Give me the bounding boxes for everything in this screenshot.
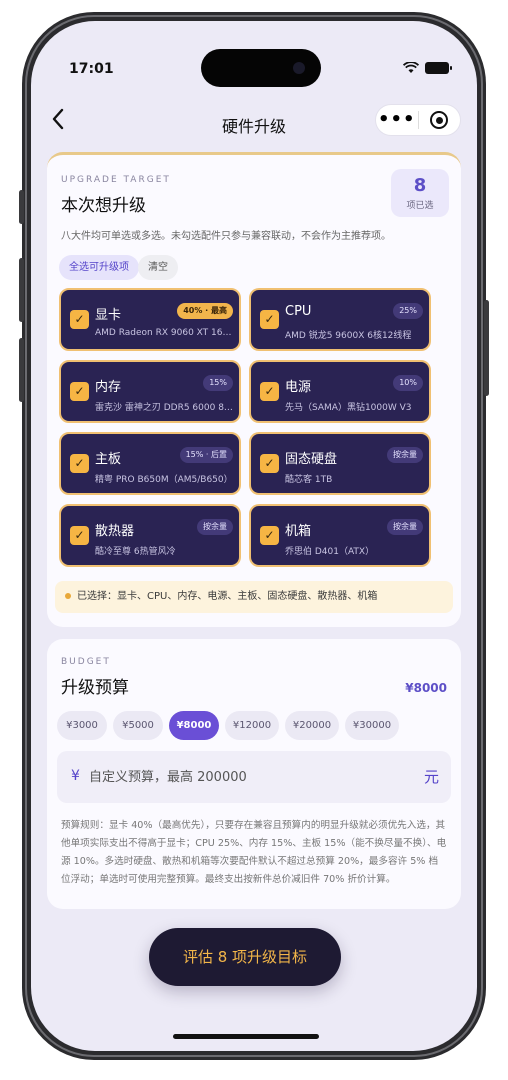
custom-budget-unit: 元 xyxy=(423,768,439,786)
volume-down-button xyxy=(19,338,24,402)
component-item-case[interactable]: ✓ 机箱 乔思伯 D401（ATX） 按余量 xyxy=(249,504,431,567)
target-eyebrow: UPGRADE TARGET xyxy=(61,175,171,185)
component-model: AMD Radeon RX 9060 XT 16GB xyxy=(95,328,235,338)
component-name: 电源 xyxy=(285,380,312,395)
budget-option[interactable]: ¥3000 xyxy=(57,711,107,740)
budget-share-tag: 15% · 后置 xyxy=(179,447,233,463)
budget-rules: 预算规则：显卡 40%（最高优先），只要存在兼容且预算内的明显升级就必须优先入选… xyxy=(61,820,447,885)
close-program-button[interactable] xyxy=(419,111,461,129)
more-menu-button[interactable]: ••• xyxy=(376,106,418,134)
select-all-button[interactable]: 全选可升级项 xyxy=(59,255,139,280)
component-name: 固态硬盘 xyxy=(285,452,338,467)
component-model: 酷芯客 1TB xyxy=(285,475,333,485)
component-item-psu[interactable]: ✓ 电源 先马（SAMA）黑钻1000W V3 10% xyxy=(249,360,431,423)
checkbox-checked-icon: ✓ xyxy=(260,454,279,473)
budget-option[interactable]: ¥30000 xyxy=(345,711,399,740)
component-name: 内存 xyxy=(95,380,122,395)
budget-option[interactable]: ¥12000 xyxy=(225,711,279,740)
checkbox-checked-icon: ✓ xyxy=(70,382,89,401)
dot-icon xyxy=(65,593,71,599)
component-item-cpu[interactable]: ✓ CPU AMD 锐龙5 9600X 6核12线程 25% xyxy=(249,288,431,351)
budget-title: 升级预算 xyxy=(61,678,129,698)
budget-share-tag: 按余量 xyxy=(197,519,233,535)
component-name: 显卡 xyxy=(95,308,122,323)
checkbox-checked-icon: ✓ xyxy=(260,310,279,329)
status-icons xyxy=(403,62,452,74)
clear-button[interactable]: 清空 xyxy=(138,255,178,280)
budget-share-tag: 按余量 xyxy=(387,519,423,535)
budget-eyebrow: BUDGET xyxy=(61,657,111,667)
checkbox-checked-icon: ✓ xyxy=(70,310,89,329)
budget-share-tag: 10% xyxy=(393,375,423,391)
component-item-ssd[interactable]: ✓ 固态硬盘 酷芯客 1TB 按余量 xyxy=(249,432,431,495)
mini-program-capsule: ••• xyxy=(375,104,461,136)
status-time: 17:01 xyxy=(69,61,114,77)
component-model: 雷克沙 雷神之刃 DDR5 6000 8GB xyxy=(95,403,235,413)
selected-count-label: 项已选 xyxy=(406,201,434,211)
target-title: 本次想升级 xyxy=(61,196,146,216)
volume-up-button xyxy=(19,258,24,322)
current-budget: ¥8000 xyxy=(405,681,447,695)
yen-icon: ¥ xyxy=(71,768,80,784)
budget-option[interactable]: ¥20000 xyxy=(285,711,339,740)
budget-share-tag: 25% xyxy=(393,303,423,319)
selection-summary: 已选择：显卡、CPU、内存、电源、主板、固态硬盘、散热器、机箱 xyxy=(55,581,453,613)
component-model: 乔思伯 D401（ATX） xyxy=(285,547,375,557)
component-model: 精粤 PRO B650M（AM5/B650） xyxy=(95,475,233,485)
component-name: 机箱 xyxy=(285,524,312,539)
target-icon xyxy=(430,111,449,129)
budget-option-selected[interactable]: ¥8000 xyxy=(169,711,219,740)
component-item-motherboard[interactable]: ✓ 主板 精粤 PRO B650M（AM5/B650） 15% · 后置 xyxy=(59,432,241,495)
camera-icon xyxy=(293,62,305,74)
status-bar: 17:01 xyxy=(31,21,477,91)
evaluate-button[interactable]: 评估 8 项升级目标 xyxy=(149,928,341,986)
checkbox-checked-icon: ✓ xyxy=(260,526,279,545)
budget-share-tag: 40% · 最高 xyxy=(177,303,233,319)
checkbox-checked-icon: ✓ xyxy=(260,382,279,401)
action-button xyxy=(19,190,24,224)
component-model: AMD 锐龙5 9600X 6核12线程 xyxy=(285,331,412,341)
selected-count: 8 xyxy=(413,175,427,196)
custom-budget-input[interactable] xyxy=(89,763,389,791)
budget-share-tag: 15% xyxy=(203,375,233,391)
budget-option[interactable]: ¥5000 xyxy=(113,711,163,740)
custom-budget-field: ¥ 元 xyxy=(57,751,451,803)
component-item-memory[interactable]: ✓ 内存 雷克沙 雷神之刃 DDR5 6000 8GB 15% xyxy=(59,360,241,423)
component-name: 散热器 xyxy=(95,524,135,539)
budget-share-tag: 按余量 xyxy=(387,447,423,463)
checkbox-checked-icon: ✓ xyxy=(70,526,89,545)
screen: 17:01 硬件升级 ••• UPGRADE TARGET 本次想升级 8 项已… xyxy=(31,21,477,1051)
component-name: 主板 xyxy=(95,452,122,467)
phone-frame: 17:01 硬件升级 ••• UPGRADE TARGET 本次想升级 8 项已… xyxy=(22,12,486,1060)
checkbox-checked-icon: ✓ xyxy=(70,454,89,473)
home-indicator xyxy=(173,1034,319,1039)
wifi-icon xyxy=(403,62,419,73)
battery-icon xyxy=(425,62,452,74)
component-model: 酷冷至尊 6热管风冷 xyxy=(95,547,176,557)
power-button xyxy=(484,300,489,396)
component-item-gpu[interactable]: ✓ 显卡 AMD Radeon RX 9060 XT 16GB 40% · 最高 xyxy=(59,288,241,351)
target-description: 八大件均可单选或多选。未勾选配件只参与兼容联动，不会作为主推荐项。 xyxy=(61,231,391,242)
dynamic-island xyxy=(201,49,321,87)
nav-bar: 硬件升级 ••• xyxy=(31,101,477,145)
upgrade-target-card: UPGRADE TARGET 本次想升级 8 项已选 八大件均可单选或多选。未勾… xyxy=(47,152,461,627)
budget-card: BUDGET 升级预算 ¥8000 ¥3000 ¥5000 ¥8000 ¥120… xyxy=(47,639,461,909)
component-name: CPU xyxy=(285,304,312,319)
component-model: 先马（SAMA）黑钻1000W V3 xyxy=(285,403,412,413)
selected-count-box: 8 项已选 xyxy=(391,169,449,217)
component-item-cooler[interactable]: ✓ 散热器 酷冷至尊 6热管风冷 按余量 xyxy=(59,504,241,567)
selection-summary-text: 已选择：显卡、CPU、内存、电源、主板、固态硬盘、散热器、机箱 xyxy=(77,591,378,602)
